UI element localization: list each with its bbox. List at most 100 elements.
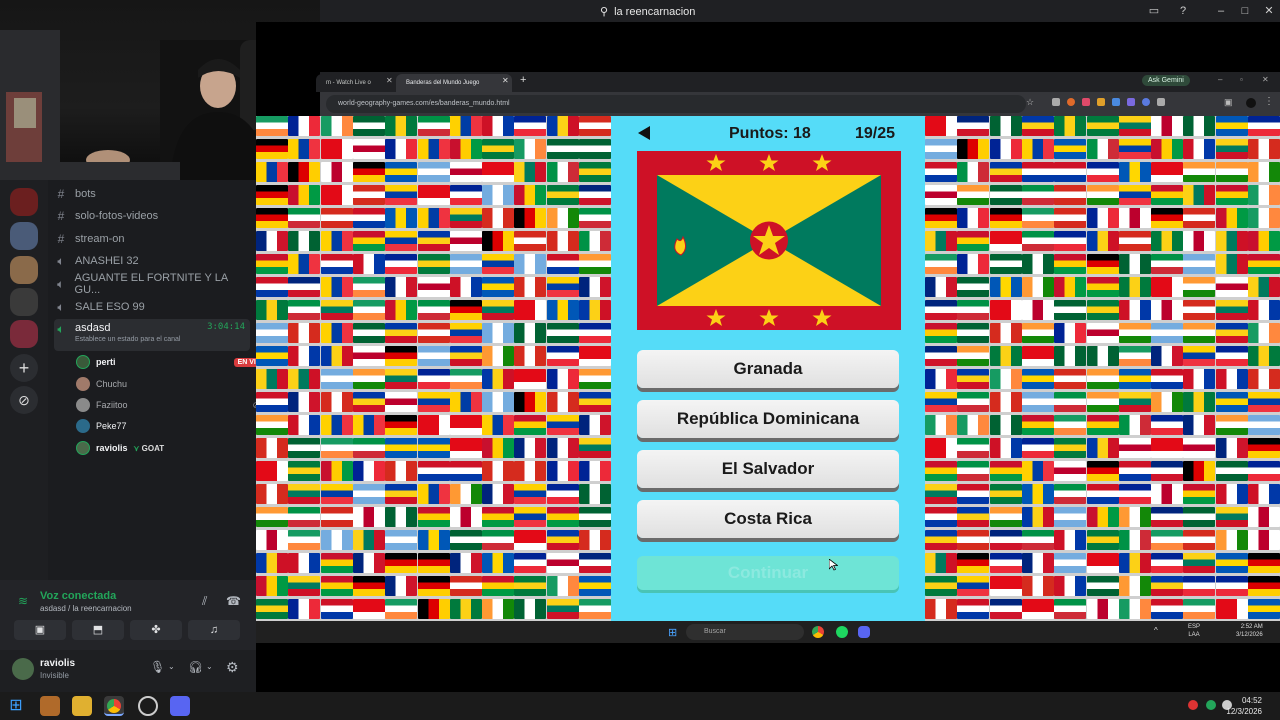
sidepanel-icon[interactable]: ▣ [1224,97,1233,108]
background-flag [1248,438,1280,458]
restore-icon[interactable]: ▫ [1240,75,1243,84]
answer-option-2[interactable]: República Dominicana [637,400,899,438]
extension-icon[interactable] [1142,98,1150,106]
tray-icon[interactable] [1188,700,1198,710]
background-flag [320,254,353,274]
background-flag [514,346,547,366]
voice-user[interactable]: raviolis ⋎ GOAT [76,438,270,458]
headphones-icon[interactable]: 🎧︎ [188,660,203,674]
voice-user[interactable]: Peke77 [76,416,270,436]
background-flag [320,576,353,596]
background-flag [579,346,611,366]
channel-item[interactable]: # bots [54,183,250,205]
background-flag [385,461,418,481]
menu-icon[interactable]: ⋮ [1264,96,1274,107]
server-icon[interactable] [10,288,38,316]
extensions-puzzle-icon[interactable] [1157,98,1165,106]
close-icon[interactable]: ✕ [1262,75,1269,84]
maximize-button[interactable]: □ [1237,3,1253,19]
background-flag [1086,185,1119,205]
active-voice-channel[interactable]: 🔈︎ asdasd 3:04:14 Establece un estado pa… [54,319,250,351]
extension-icon[interactable] [1127,98,1135,106]
screen-share-button[interactable]: ⬒ [72,620,124,640]
extension-icon[interactable] [1067,98,1075,106]
extension-icon[interactable] [1112,98,1120,106]
close-tab-icon[interactable]: ✕ [502,76,509,85]
background-flag [1086,162,1119,182]
language-indicator[interactable]: ESP LAA [1188,623,1200,639]
windows-start-icon[interactable]: ⊞ [668,626,677,639]
chevron-down-icon[interactable]: ⌄ [168,662,175,671]
channel-status-hint[interactable]: Establece un estado para el canal [75,336,245,343]
discord-icon[interactable] [858,626,870,638]
bookmark-star-icon[interactable]: ☆ [1026,97,1034,108]
voice-channel-item[interactable]: 🔈︎ AGUANTE EL FORTNITE Y LA GU... [54,272,250,296]
taskbar-search[interactable]: Buscar [686,624,804,640]
voice-channel-item[interactable]: 🔈︎ ANASHEI 32 [54,250,250,272]
pip-icon[interactable]: ▭ [1146,3,1162,19]
channel-item[interactable]: # solo-fotos-videos [54,205,250,227]
background-flag [546,254,579,274]
voice-user[interactable]: perti EN VIVO [76,352,270,372]
close-button[interactable]: ✕ [1261,3,1277,19]
server-icon[interactable] [10,188,38,216]
extension-icon[interactable] [1082,98,1090,106]
discover-icon[interactable]: ⊘ [10,386,38,414]
back-arrow-icon[interactable] [637,126,651,140]
signal-icon[interactable]: ≋ [18,594,28,608]
background-flag [989,415,1022,435]
tray-chevron-icon[interactable]: ^ [1154,626,1158,635]
activities-button[interactable]: ✤ [130,620,182,640]
discord-icon[interactable] [170,696,190,716]
disconnect-icon[interactable]: ☎ [226,594,241,608]
continue-button[interactable]: Continuar [637,556,899,590]
browser-tab-active[interactable]: Banderas del Mundo Juego [396,74,512,92]
microphone-icon[interactable]: 🎙︎ [150,660,165,674]
answer-option-1[interactable]: Granada [637,350,899,388]
soundboard-button[interactable]: ♫ [188,620,240,640]
obs-icon[interactable] [138,696,158,716]
voice-location[interactable]: asdasd / la reencarnacion [40,604,132,613]
browser-tab[interactable]: m - Watch Live o [316,74,388,92]
voice-channel-item[interactable]: 🔈︎ SALE ESO 99 [54,296,250,318]
background-flag [1248,277,1280,297]
voice-user[interactable]: Chuchu [76,374,270,394]
extension-icon[interactable] [1097,98,1105,106]
channel-item[interactable]: # stream-on [54,228,250,250]
noise-suppression-icon[interactable]: ⫽ [202,594,207,609]
app-icon[interactable] [40,696,60,716]
system-clock[interactable]: 04:52 12/3/2026 [1226,695,1262,717]
answer-option-3[interactable]: El Salvador [637,450,899,488]
spotify-icon[interactable] [836,626,848,638]
background-flag [1021,116,1054,136]
background-flag [957,139,990,159]
background-flag [449,231,482,251]
background-flag [288,438,321,458]
minimize-button[interactable]: – [1213,3,1229,19]
chrome-icon[interactable] [812,626,824,638]
minimize-icon[interactable]: – [1218,75,1222,84]
file-explorer-icon[interactable] [72,696,92,716]
gear-icon[interactable]: ⚙ [226,659,239,676]
profile-avatar[interactable] [1246,98,1256,108]
background-flag [449,461,482,481]
chevron-down-icon[interactable]: ⌄ [206,662,213,671]
server-icon[interactable] [10,256,38,284]
gemini-button[interactable]: Ask Gemini [1142,75,1190,86]
extension-icon[interactable] [1052,98,1060,106]
new-tab-button[interactable]: + [520,74,526,86]
add-server-icon[interactable]: + [10,354,38,382]
avatar[interactable] [12,658,34,680]
windows-start-icon[interactable]: ⊞ [6,696,26,716]
voice-user[interactable]: Faziitoo⊘ ⊘ [76,395,270,415]
tray-icon[interactable] [1206,700,1216,710]
server-icon[interactable] [10,222,38,250]
chrome-icon[interactable] [104,696,124,716]
address-bar[interactable]: world-geography-games.com/es/banderas_mu… [326,95,1026,113]
answer-option-4[interactable]: Costa Rica [637,500,899,538]
camera-off-button[interactable]: ▣ [14,620,66,640]
close-tab-icon[interactable]: ✕ [386,76,393,85]
server-icon[interactable] [10,320,38,348]
remote-clock[interactable]: 2:52 AM 3/12/2026 [1236,623,1263,639]
help-icon[interactable]: ? [1175,3,1191,19]
